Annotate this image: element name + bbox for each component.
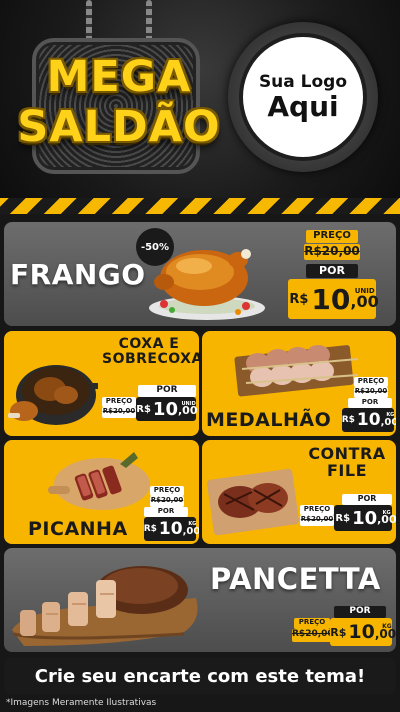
pancetta-board-image <box>12 566 198 646</box>
price-integer: 10 <box>352 507 378 529</box>
product-name: PANCETTA <box>210 562 381 596</box>
product-name: MEDALHÃO <box>206 409 332 431</box>
preco-label: PREÇO <box>102 397 136 407</box>
por-label: POR <box>348 398 392 408</box>
product-name-line-2: FILE <box>326 460 367 480</box>
flyer-canvas: MEGA SALDÃO Sua Logo Aqui FRANGO -50% PR… <box>0 0 400 712</box>
product-card-contra-file: CONTRA FILE POR PREÇO R$20,00 R$ 10 ,00 … <box>202 440 396 544</box>
old-price: R$20,00 <box>304 244 360 260</box>
price-unit: KG <box>386 412 395 418</box>
price-integer: 10 <box>311 282 351 316</box>
price-unit: KG <box>188 521 197 527</box>
price-integer: 10 <box>152 398 178 420</box>
preco-label: PREÇO <box>354 377 388 387</box>
product-card-coxa-sobrecoxa: COXA E SOBRECOXA POR PREÇO R$20,00 R$ 10… <box>4 331 199 436</box>
currency-symbol: R$ <box>335 512 351 524</box>
old-price: R$20,00 <box>102 407 136 418</box>
product-card-frango: FRANGO -50% PREÇO R$20,00 POR R$ 10 ,00 … <box>4 222 396 326</box>
price-decimal: ,00 <box>182 526 199 537</box>
headline-line-2: SALDÃO <box>17 102 221 152</box>
cta-banner[interactable]: Crie seu encarte com este tema! <box>4 658 396 694</box>
old-price: R$20,00 <box>150 496 184 507</box>
por-label: POR <box>138 385 196 397</box>
current-price: R$ 10 ,00 KG <box>334 505 396 531</box>
contra-file-board-image <box>207 468 299 536</box>
price-unit: KG <box>382 623 392 630</box>
currency-symbol: R$ <box>289 291 309 307</box>
product-card-medalhao: MEDALHÃO PREÇO R$20,00 POR R$ 10 ,00 KG <box>202 331 396 436</box>
product-name-line-1: COXA E <box>118 336 180 352</box>
product-name: COXA E SOBRECOXA <box>102 336 199 367</box>
price-unit: UNID <box>181 401 196 407</box>
product-name-line-2: SOBRECOXA <box>102 350 199 367</box>
old-price: R$20,00 <box>354 387 388 398</box>
current-price: R$ 10 ,00 KG <box>341 408 396 432</box>
por-label: POR <box>334 606 386 618</box>
product-name: CONTRA FILE <box>302 445 392 480</box>
product-name: FRANGO <box>10 258 146 291</box>
preco-label: PREÇO <box>306 230 358 243</box>
currency-symbol: R$ <box>330 625 347 639</box>
hazard-stripe-divider <box>0 198 400 214</box>
price-decimal: ,00 <box>380 417 396 428</box>
currency-symbol: R$ <box>143 524 157 534</box>
logo-circle: Sua Logo Aqui <box>243 37 363 157</box>
product-card-picanha: PICANHA PREÇO R$20,00 POR R$ 10 ,00 KG <box>4 440 199 544</box>
current-price: R$ 10 ,00 KG <box>330 618 396 646</box>
picanha-board-image <box>48 452 150 510</box>
preco-label: PREÇO <box>300 505 334 515</box>
current-price: R$ 10 ,00 KG <box>143 517 199 541</box>
price-integer: 10 <box>348 621 375 643</box>
current-price: R$ 10 ,00 UNID <box>288 279 379 319</box>
disclaimer-text: *Imagens Meramente Ilustrativas <box>6 698 157 708</box>
old-price: R$20,00 <box>292 629 334 642</box>
flyer-header: MEGA SALDÃO Sua Logo Aqui <box>0 0 400 200</box>
roast-chicken-image <box>149 249 265 320</box>
currency-symbol: R$ <box>341 415 355 425</box>
medallion-skewers-image <box>234 345 359 397</box>
product-name: PICANHA <box>28 518 128 540</box>
price-integer: 10 <box>356 410 381 430</box>
logo-placeholder: Sua Logo Aqui <box>228 22 378 172</box>
preco-label: PREÇO <box>150 486 184 496</box>
logo-text-line-2: Aqui <box>267 90 339 123</box>
por-label: POR <box>306 264 358 278</box>
price-integer: 10 <box>158 519 183 539</box>
price-unit: UNID <box>354 287 375 295</box>
current-price: R$ 10 ,00 UNID <box>136 397 197 421</box>
currency-symbol: R$ <box>136 403 151 415</box>
por-label: POR <box>342 494 392 505</box>
chicken-legs-pan-image <box>8 365 98 425</box>
old-price: R$20,00 <box>300 515 334 526</box>
por-label: POR <box>144 507 188 517</box>
product-card-pancetta: PANCETTA POR PREÇO R$20,00 R$ 10 ,00 KG <box>4 548 396 652</box>
price-unit: KG <box>382 510 391 516</box>
preco-label: PREÇO <box>294 618 330 629</box>
headline-title: MEGA SALDÃO <box>14 52 224 152</box>
logo-text-line-1: Sua Logo <box>258 72 348 92</box>
headline-line-1: MEGA <box>46 52 192 102</box>
